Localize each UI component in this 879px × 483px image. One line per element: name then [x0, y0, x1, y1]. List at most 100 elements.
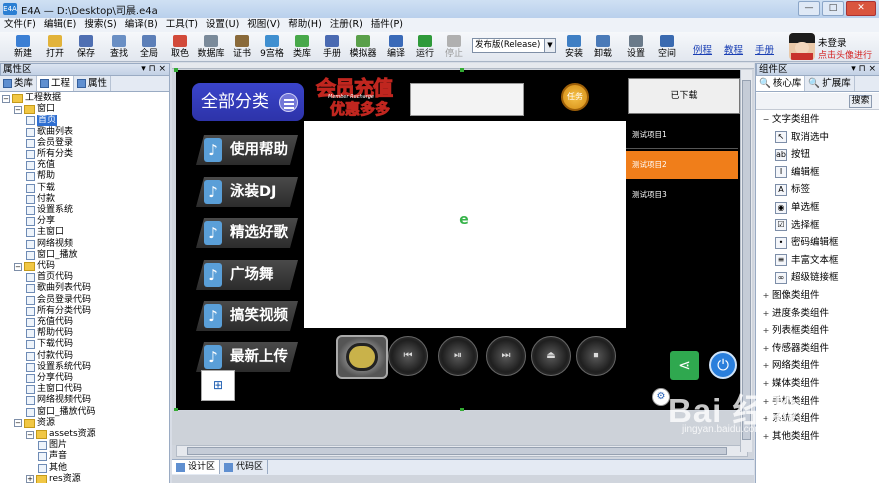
component-item[interactable]: ≡ 丰富文本框 [756, 252, 879, 269]
tree-item[interactable]: 下载 [26, 183, 55, 194]
find-button[interactable]: 查找 [104, 34, 134, 61]
tree-item[interactable]: 设置系统代码 [26, 362, 91, 373]
tree-item[interactable]: 所有分类代码 [26, 306, 91, 317]
expand-icon[interactable]: + [760, 410, 772, 427]
list-item[interactable]: 测试项目2 [626, 151, 738, 179]
tree-item[interactable]: 主窗口 [26, 227, 64, 238]
tree-item[interactable]: 其他 [38, 463, 67, 474]
save-button[interactable]: 保存 [71, 34, 101, 61]
tab-core-library[interactable]: 🔍 核心库 [756, 76, 806, 91]
eject-button[interactable]: ⏏ [531, 336, 571, 376]
collapse-icon[interactable]: − [26, 430, 34, 439]
menu-help[interactable]: 帮助(H) [284, 18, 326, 32]
category-funny-videos[interactable]: ♪ 搞笑视频 [196, 301, 298, 331]
component-group[interactable]: + 进度条类组件 [756, 305, 879, 322]
share-button[interactable]: ⋖ [670, 351, 699, 380]
component-group[interactable]: + 网络类组件 [756, 357, 879, 374]
power-button[interactable]: ⏻ [709, 351, 737, 379]
tree-item[interactable]: 图片 [38, 440, 67, 451]
install-button[interactable]: 安装 [560, 34, 588, 61]
component-item[interactable]: • 密码编辑框 [756, 234, 879, 251]
vertical-scrollbar[interactable] [740, 70, 752, 452]
uninstall-button[interactable]: 卸载 [589, 34, 617, 61]
tree-item[interactable]: 主窗口代码 [26, 384, 82, 395]
tree-item[interactable]: 窗口_播放代码 [26, 407, 96, 418]
tree-item[interactable]: − 代码 [14, 261, 55, 272]
member-recharge-banner[interactable]: 会员充值 Member Recharge 优惠多多 [316, 72, 398, 119]
collapse-icon[interactable]: − [14, 419, 22, 428]
resize-handle[interactable] [460, 68, 464, 72]
tab-library[interactable]: 类库 [0, 76, 38, 91]
collapse-icon[interactable]: − [14, 262, 22, 271]
avatar[interactable] [789, 33, 815, 60]
tree-item[interactable]: 首页 [26, 115, 58, 127]
tree-item[interactable]: 付款 [26, 194, 55, 205]
menu-register[interactable]: 注册(R) [326, 18, 367, 32]
component-group[interactable]: − 文字类组件 [756, 111, 879, 128]
tree-item[interactable]: 充值 [26, 160, 55, 171]
panel-controls[interactable]: ▾ ⊓ × [851, 64, 876, 75]
expand-icon[interactable]: + [760, 393, 772, 410]
list-item[interactable]: 测试项目3 [626, 181, 738, 209]
component-group[interactable]: + 传感器类组件 [756, 340, 879, 357]
certificate-button[interactable]: 证书 [229, 34, 255, 61]
tree-item[interactable]: 网络视频 [26, 239, 73, 250]
tree-item[interactable]: 歌曲列表 [26, 127, 73, 138]
downloaded-button[interactable]: 已下载 [628, 78, 740, 114]
maximize-button[interactable]: □ [822, 1, 844, 16]
menu-plugins[interactable]: 插件(P) [367, 18, 407, 32]
tree-item[interactable]: 分享代码 [26, 373, 73, 384]
tree-item[interactable]: 所有分类 [26, 149, 73, 160]
component-item[interactable]: ab 按钮 [756, 146, 879, 163]
tree-item[interactable]: 网络视频代码 [26, 395, 91, 406]
category-selected-songs[interactable]: ♪ 精选好歌 [196, 218, 298, 248]
collapse-icon[interactable]: − [2, 94, 10, 103]
timer-icon[interactable]: ⚙ [652, 388, 670, 406]
tree-item[interactable]: 首页代码 [26, 272, 73, 283]
tree-item[interactable]: − 资源 [14, 418, 55, 429]
tab-design[interactable]: 设计区 [172, 460, 221, 474]
tab-extension-library[interactable]: 🔍 扩展库 [805, 76, 855, 91]
menu-settings[interactable]: 设置(U) [202, 18, 243, 32]
component-item[interactable]: ☑ 选择框 [756, 217, 879, 234]
component-item[interactable]: A 标签 [756, 181, 879, 198]
blank-image-box[interactable] [410, 83, 524, 116]
tree-item[interactable]: 帮助 [26, 171, 55, 182]
expand-icon[interactable]: + [760, 322, 772, 339]
settings-button[interactable]: 设置 [622, 34, 650, 61]
resize-handle[interactable] [174, 68, 178, 72]
run-button[interactable]: 运行 [412, 34, 438, 61]
space-button[interactable]: 空间 [653, 34, 681, 61]
category-swimsuit-dj[interactable]: ♪ 泳装DJ [196, 177, 298, 207]
stop-button[interactable]: 停止 [441, 34, 467, 61]
play-pause-button[interactable]: ⏯ [438, 336, 478, 376]
tree-item[interactable]: 会员登录代码 [26, 295, 91, 306]
category-help[interactable]: ♪ 使用帮助 [196, 135, 298, 165]
build-config-select[interactable]: 发布版(Release) ▼ [472, 38, 556, 53]
design-canvas[interactable]: 全部分类 ♪ 使用帮助 ♪ 泳装DJ ♪ 精选好歌 ♪ 广场舞 ♪ 搞笑视频 ♪ 最新上传 … [174, 68, 748, 412]
component-group[interactable]: + 列表框类组件 [756, 322, 879, 339]
tree-item[interactable]: 窗口_播放 [26, 250, 78, 261]
global-search-button[interactable]: 全局 [134, 34, 164, 61]
manual-button[interactable]: 手册 [318, 34, 346, 61]
color-picker-button[interactable]: 取色 [166, 34, 194, 61]
component-item[interactable]: ∞ 超级链接框 [756, 269, 879, 286]
task-coin-button[interactable]: 任务 [561, 83, 589, 111]
tree-item[interactable]: 歌曲列表代码 [26, 283, 91, 294]
category-square-dance[interactable]: ♪ 广场舞 [196, 260, 298, 290]
menu-view[interactable]: 视图(V) [243, 18, 284, 32]
menu-edit[interactable]: 编辑(E) [40, 18, 80, 32]
new-button[interactable]: 新建 [8, 34, 38, 61]
category-latest-uploads[interactable]: ♪ 最新上传 [196, 342, 298, 372]
open-button[interactable]: 打开 [40, 34, 70, 61]
component-group[interactable]: + 图像类组件 [756, 287, 879, 304]
menu-file[interactable]: 文件(F) [0, 18, 40, 32]
previous-button[interactable]: ⏮ [388, 336, 428, 376]
tree-item[interactable]: 下载代码 [26, 339, 73, 350]
expand-icon[interactable]: + [760, 287, 772, 304]
tree-item[interactable]: + res资源 [26, 474, 81, 483]
search-button[interactable]: 搜索 [849, 95, 872, 108]
tree-item[interactable]: 分享 [26, 216, 55, 227]
emulator-button[interactable]: 模拟器 [346, 34, 380, 61]
player-disc-button[interactable] [336, 335, 388, 379]
